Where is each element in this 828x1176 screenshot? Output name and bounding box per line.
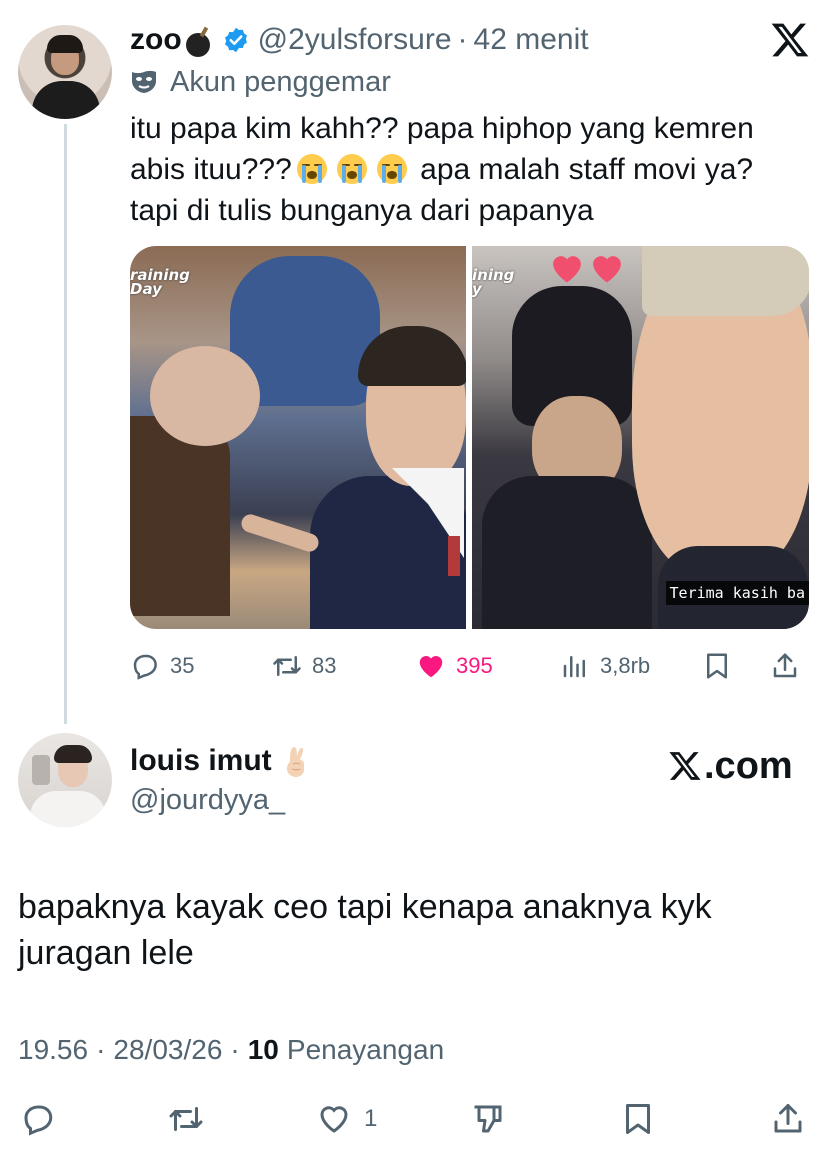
media-photo-right[interactable]: ining y Terima kasih ba — [472, 246, 809, 629]
heart-icon — [320, 1106, 348, 1133]
views-button[interactable]: 3,8rb — [560, 646, 650, 686]
time[interactable]: 19.56 — [18, 1034, 88, 1066]
date[interactable]: 28/03/26 — [113, 1034, 222, 1066]
tweet-text-line: tapi di tulis bunganya dari papanya — [130, 194, 594, 227]
dislike-button[interactable] — [470, 1097, 518, 1141]
like-count: 1 — [364, 1105, 378, 1132]
fan-account-label: Akun penggemar — [130, 64, 391, 100]
repost-button[interactable] — [168, 1097, 216, 1141]
repost-count: 83 — [312, 653, 337, 678]
heart-sticker-icon — [593, 256, 621, 283]
bookmark-icon — [626, 1104, 650, 1134]
like-button[interactable]: 395 — [416, 646, 493, 686]
display-name[interactable]: zoo — [130, 23, 182, 57]
verified-badge-icon — [224, 27, 247, 53]
share-button[interactable] — [770, 646, 810, 686]
display-name-text[interactable]: louis imut — [130, 744, 272, 778]
watermark-text: y — [472, 280, 482, 298]
tweet-text-segment: apa malah staff movi ya? — [420, 153, 754, 186]
avatar[interactable] — [18, 733, 112, 827]
heart-icon — [419, 656, 443, 678]
fan-account-text: Akun penggemar — [170, 65, 391, 98]
loudly-crying-emoji-icon — [296, 154, 327, 184]
loudly-crying-emoji-icon — [336, 154, 367, 184]
mask-icon — [132, 70, 156, 93]
repost-button[interactable]: 83 — [272, 646, 336, 686]
loudly-crying-emoji-icon — [376, 154, 407, 184]
reply-icon — [24, 1105, 53, 1136]
x-com-brand: .com — [668, 744, 793, 788]
timestamp[interactable]: 42 menit — [474, 23, 589, 57]
separator: · — [457, 23, 468, 56]
repost-icon — [169, 1107, 203, 1131]
video-subtitle: Terima kasih ba — [665, 581, 809, 605]
bomb-emoji-icon — [184, 25, 214, 57]
x-logo-icon — [771, 23, 809, 57]
avatar[interactable] — [18, 25, 112, 119]
x-com-text: .com — [704, 744, 793, 787]
reply-button[interactable] — [20, 1097, 68, 1141]
bookmark-icon — [707, 653, 727, 679]
thread-line — [64, 124, 67, 724]
bookmark-button[interactable] — [620, 1097, 668, 1141]
reply-count: 35 — [170, 653, 195, 678]
views-label: Penayangan — [286, 1034, 445, 1065]
heart-sticker-icon — [553, 256, 581, 283]
like-count: 395 — [456, 653, 493, 678]
views-count: 3,8rb — [600, 653, 651, 678]
action-bar: 1 — [18, 1097, 810, 1141]
x-logo-icon — [669, 752, 701, 780]
dislike-icon — [474, 1105, 502, 1133]
crossed-fingers-emoji-icon — [286, 747, 304, 777]
reply-icon — [133, 654, 157, 680]
tweet-text-segment: abis ituu??? — [130, 153, 292, 186]
display-name[interactable]: louis imut — [130, 742, 312, 780]
reply-text: bapaknya kayak ceo tapi kenapa anaknya k… — [18, 888, 712, 972]
handle[interactable]: @2yulsforsure — [258, 23, 452, 57]
separator: · — [230, 1034, 240, 1065]
tweet-text-line: itu papa kim kahh?? papa hiphop yang kem… — [130, 112, 754, 145]
handle[interactable]: @jourdyya_ — [130, 784, 285, 817]
views-icon — [563, 656, 585, 678]
views-count: 10 — [247, 1034, 279, 1065]
tweet-text: itu papa kim kahh?? papa hiphop yang kem… — [130, 108, 810, 231]
share-button[interactable] — [770, 1097, 818, 1141]
action-bar: 35 83 395 3,8rb — [130, 646, 810, 686]
tweet-meta: 19.56 · 28/03/26 · 10 Penayangan — [18, 1030, 444, 1070]
tweet-header: zoo @2yulsforsure · 42 menit — [130, 22, 589, 58]
reply-button[interactable]: 35 — [130, 646, 194, 686]
tweet-text-line: abis ituu??? apa malah staff movi ya? — [130, 149, 810, 190]
bookmark-button[interactable] — [702, 646, 742, 686]
share-icon — [774, 1104, 802, 1133]
watermark-text: Day — [130, 280, 162, 298]
media-grid[interactable]: raining Day ining y Terima kasih ba — [130, 246, 809, 629]
media-photo-left[interactable]: raining Day — [130, 246, 466, 629]
share-icon — [773, 653, 797, 678]
like-button[interactable]: 1 — [316, 1097, 377, 1141]
repost-icon — [273, 656, 301, 676]
separator: · — [96, 1034, 106, 1065]
